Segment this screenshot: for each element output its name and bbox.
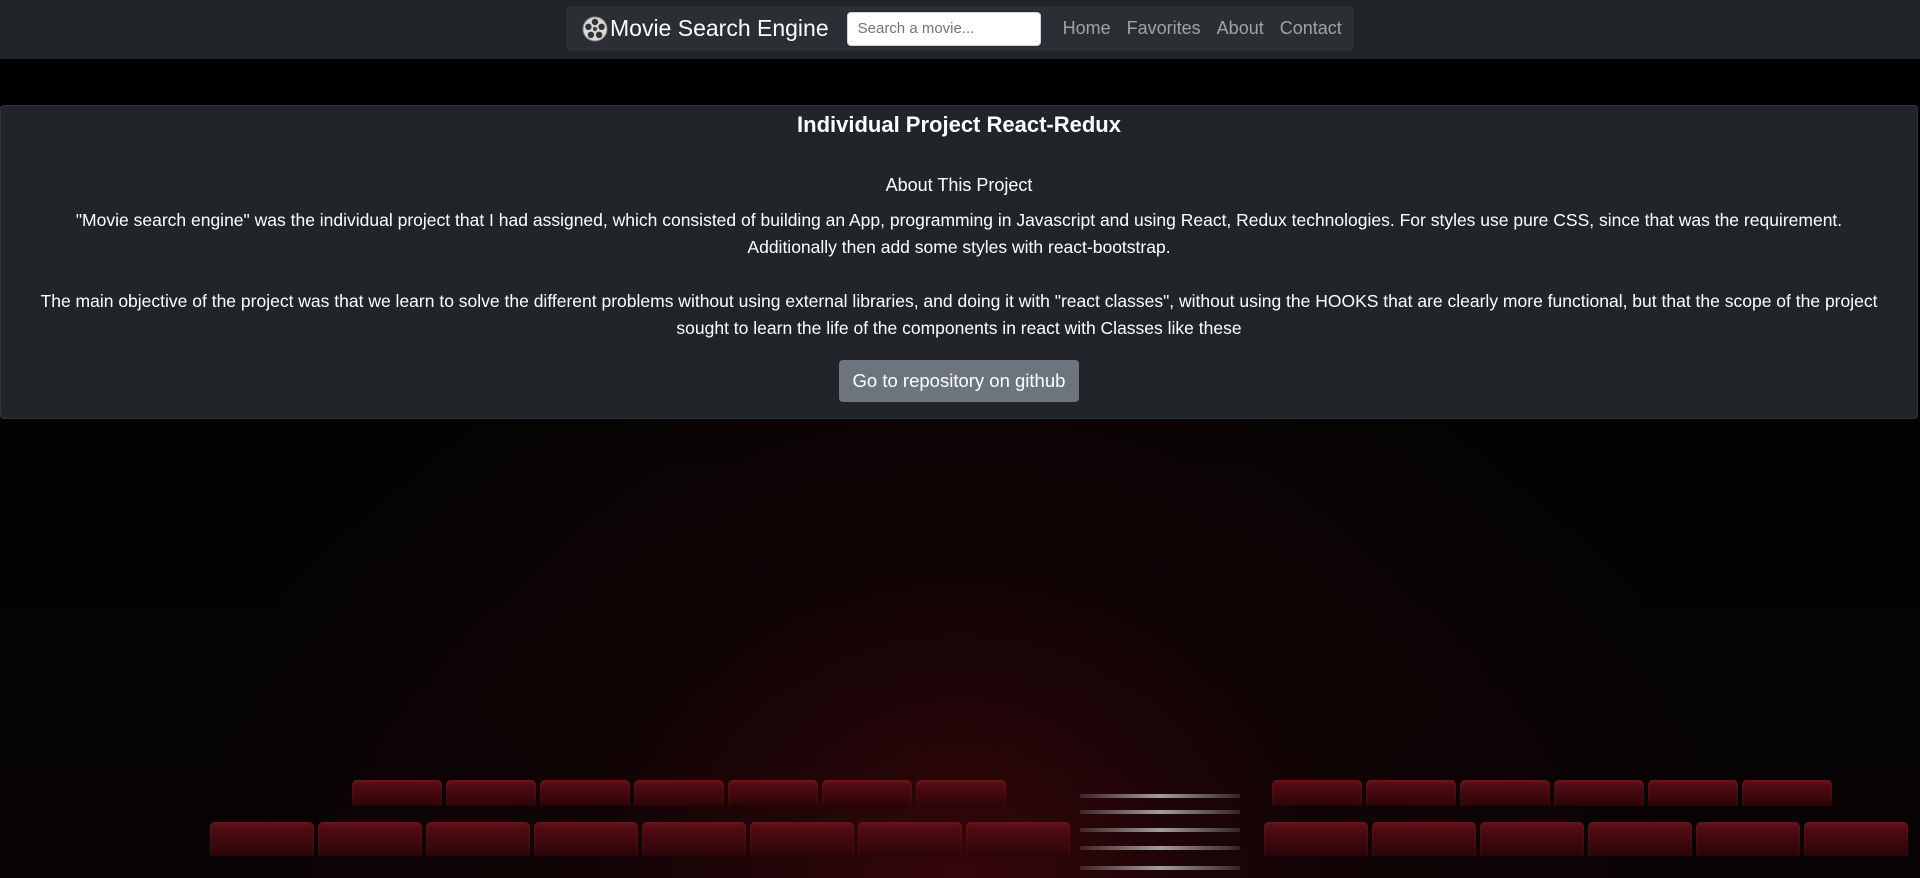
seat-row (1264, 822, 1908, 856)
seat-row (352, 780, 1006, 806)
nav-link-about[interactable]: About (1209, 18, 1272, 39)
nav-link-home[interactable]: Home (1055, 18, 1119, 39)
page: Movie Search Engine Home Favorites About… (0, 0, 1920, 878)
seat-row (1272, 780, 1832, 806)
navbar-container: Movie Search Engine Home Favorites About… (566, 6, 1354, 51)
brand-link[interactable]: Movie Search Engine (582, 15, 829, 42)
brand-title: Movie Search Engine (610, 15, 829, 41)
about-card: Individual Project React-Redux About Thi… (0, 105, 1918, 419)
nav-link-contact[interactable]: Contact (1272, 18, 1350, 39)
navbar: Movie Search Engine Home Favorites About… (0, 0, 1920, 59)
stairs (1080, 790, 1240, 878)
nav-links: Home Favorites About Contact (1055, 18, 1350, 39)
seat-row (210, 822, 1070, 856)
nav-link-favorites[interactable]: Favorites (1119, 18, 1209, 39)
github-repository-button[interactable]: Go to repository on github (838, 360, 1080, 402)
about-paragraph-2: The main objective of the project was th… (40, 291, 1878, 338)
search-input[interactable] (846, 11, 1041, 46)
film-reel-icon (582, 16, 608, 41)
about-paragraph-1: "Movie search engine" was the individual… (75, 210, 1843, 257)
card-subtitle: About This Project (885, 175, 1033, 195)
page-title: Individual Project React-Redux (797, 112, 1121, 137)
